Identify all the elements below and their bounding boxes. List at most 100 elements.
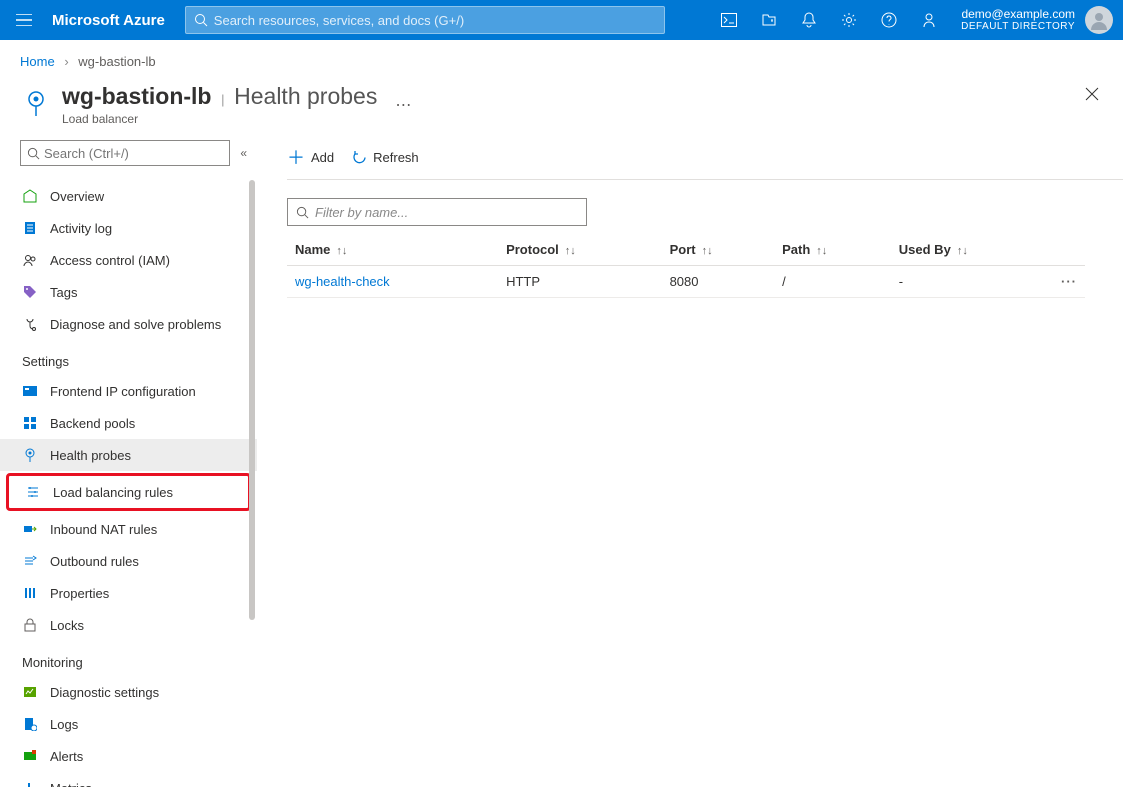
collapse-sidebar-button[interactable]: « bbox=[240, 146, 247, 160]
outbound-rules-icon bbox=[22, 553, 38, 569]
cell-used-by: - bbox=[891, 266, 1053, 298]
sidebar-item-activity-log[interactable]: Activity log bbox=[0, 212, 257, 244]
add-button[interactable]: ＋ Add bbox=[287, 149, 334, 167]
backend-pools-icon bbox=[22, 415, 38, 431]
breadcrumb-home[interactable]: Home bbox=[20, 54, 55, 69]
inbound-nat-icon bbox=[22, 521, 38, 537]
sidebar-item-locks[interactable]: Locks bbox=[0, 609, 257, 641]
sidebar-item-label: Outbound rules bbox=[50, 554, 139, 569]
column-header-used-by[interactable]: Used By↑↓ bbox=[891, 234, 1053, 266]
directories-icon[interactable] bbox=[749, 0, 789, 40]
account-directory: DEFAULT DIRECTORY bbox=[961, 21, 1075, 33]
diagnostic-settings-icon bbox=[22, 684, 38, 700]
frontend-ip-icon bbox=[22, 383, 38, 399]
feedback-icon[interactable] bbox=[909, 0, 949, 40]
sidebar-item-label: Tags bbox=[50, 285, 77, 300]
column-header-path[interactable]: Path↑↓ bbox=[774, 234, 891, 266]
sidebar-item-label: Backend pools bbox=[50, 416, 135, 431]
settings-icon[interactable] bbox=[829, 0, 869, 40]
cell-protocol: HTTP bbox=[498, 266, 662, 298]
breadcrumb-current: wg-bastion-lb bbox=[78, 54, 155, 69]
plus-icon: ＋ bbox=[287, 149, 305, 167]
refresh-button-label: Refresh bbox=[373, 150, 419, 165]
filter-input[interactable] bbox=[315, 205, 578, 220]
hamburger-menu[interactable] bbox=[0, 14, 48, 26]
table-row[interactable]: wg-health-check HTTP 8080 / - ··· bbox=[287, 266, 1085, 298]
sidebar-item-access-control[interactable]: Access control (IAM) bbox=[0, 244, 257, 276]
sidebar-item-tags[interactable]: Tags bbox=[0, 276, 257, 308]
row-context-menu[interactable]: ··· bbox=[1053, 266, 1085, 298]
search-icon bbox=[27, 147, 40, 160]
sidebar-item-overview[interactable]: Overview bbox=[0, 180, 257, 212]
sidebar-item-diagnostic-settings[interactable]: Diagnostic settings bbox=[0, 676, 257, 708]
sidebar-item-outbound-rules[interactable]: Outbound rules bbox=[0, 545, 257, 577]
top-header: Microsoft Azure demo@example.com DEFAULT… bbox=[0, 0, 1123, 40]
cloud-shell-icon[interactable] bbox=[709, 0, 749, 40]
sidebar-item-frontend-ip[interactable]: Frontend IP configuration bbox=[0, 375, 257, 407]
sidebar-item-label: Load balancing rules bbox=[53, 485, 173, 500]
main-content: ＋ Add Refresh Name↑↓ Protocol↑↓ Port↑↓ P… bbox=[257, 136, 1123, 787]
sidebar-item-label: Frontend IP configuration bbox=[50, 384, 196, 399]
brand-label[interactable]: Microsoft Azure bbox=[48, 12, 185, 29]
health-probes-table: Name↑↓ Protocol↑↓ Port↑↓ Path↑↓ Used By↑… bbox=[287, 234, 1085, 298]
sidebar-item-load-balancing-rules[interactable]: Load balancing rules bbox=[9, 476, 248, 508]
health-probes-icon bbox=[22, 447, 38, 463]
chevron-right-icon: › bbox=[64, 54, 68, 69]
close-button[interactable] bbox=[1081, 83, 1103, 105]
sidebar-search-input[interactable] bbox=[44, 146, 223, 161]
cell-path: / bbox=[774, 266, 891, 298]
cell-port: 8080 bbox=[662, 266, 775, 298]
sidebar-item-label: Alerts bbox=[50, 749, 83, 764]
help-icon[interactable] bbox=[869, 0, 909, 40]
sidebar-section-monitoring: Monitoring bbox=[0, 641, 257, 676]
add-button-label: Add bbox=[311, 150, 334, 165]
metrics-icon bbox=[22, 780, 38, 787]
overview-icon bbox=[22, 188, 38, 204]
sort-icon: ↑↓ bbox=[565, 245, 576, 257]
alerts-icon bbox=[22, 748, 38, 764]
load-balancer-icon bbox=[20, 87, 52, 119]
probe-name-link[interactable]: wg-health-check bbox=[295, 274, 390, 289]
sidebar-search[interactable] bbox=[20, 140, 230, 166]
sidebar-item-health-probes[interactable]: Health probes bbox=[0, 439, 257, 471]
avatar-icon bbox=[1089, 10, 1109, 30]
sidebar-item-label: Overview bbox=[50, 189, 104, 204]
global-search[interactable] bbox=[185, 6, 665, 34]
topbar-icons bbox=[709, 0, 949, 40]
sidebar-item-metrics[interactable]: Metrics bbox=[0, 772, 257, 787]
highlighted-item-box: Load balancing rules bbox=[6, 473, 251, 511]
page-title-bar: wg-bastion-lb | Health probes Load balan… bbox=[0, 83, 1123, 136]
refresh-icon bbox=[352, 150, 367, 165]
column-header-port[interactable]: Port↑↓ bbox=[662, 234, 775, 266]
sidebar-item-properties[interactable]: Properties bbox=[0, 577, 257, 609]
sidebar-item-alerts[interactable]: Alerts bbox=[0, 740, 257, 772]
activity-log-icon bbox=[22, 220, 38, 236]
account-email: demo@example.com bbox=[961, 7, 1075, 21]
sidebar-item-label: Logs bbox=[50, 717, 78, 732]
notifications-icon[interactable] bbox=[789, 0, 829, 40]
page-section-title: Health probes bbox=[234, 83, 377, 109]
resource-type-subtitle: Load balancer bbox=[62, 112, 377, 126]
column-header-name[interactable]: Name↑↓ bbox=[287, 234, 498, 266]
scrollbar-thumb[interactable] bbox=[249, 180, 255, 620]
sidebar-item-backend-pools[interactable]: Backend pools bbox=[0, 407, 257, 439]
sidebar-item-label: Metrics bbox=[50, 781, 92, 788]
breadcrumb: Home › wg-bastion-lb bbox=[0, 40, 1123, 83]
account-info[interactable]: demo@example.com DEFAULT DIRECTORY bbox=[949, 7, 1081, 33]
refresh-button[interactable]: Refresh bbox=[352, 150, 419, 165]
lock-icon bbox=[22, 617, 38, 633]
sort-icon: ↑↓ bbox=[336, 245, 347, 257]
filter-box[interactable] bbox=[287, 198, 587, 226]
sidebar-item-label: Locks bbox=[50, 618, 84, 633]
global-search-input[interactable] bbox=[214, 13, 656, 28]
more-actions-icon[interactable]: ⋯ bbox=[395, 95, 411, 115]
column-header-protocol[interactable]: Protocol↑↓ bbox=[498, 234, 662, 266]
sidebar-item-label: Inbound NAT rules bbox=[50, 522, 157, 537]
sort-icon: ↑↓ bbox=[702, 245, 713, 257]
sidebar-item-logs[interactable]: Logs bbox=[0, 708, 257, 740]
diagnose-icon bbox=[22, 316, 38, 332]
sidebar-item-inbound-nat[interactable]: Inbound NAT rules bbox=[0, 513, 257, 545]
resource-sidebar: « Overview Activity log Access control (… bbox=[0, 136, 257, 787]
sidebar-item-diagnose[interactable]: Diagnose and solve problems bbox=[0, 308, 257, 340]
avatar[interactable] bbox=[1085, 6, 1113, 34]
